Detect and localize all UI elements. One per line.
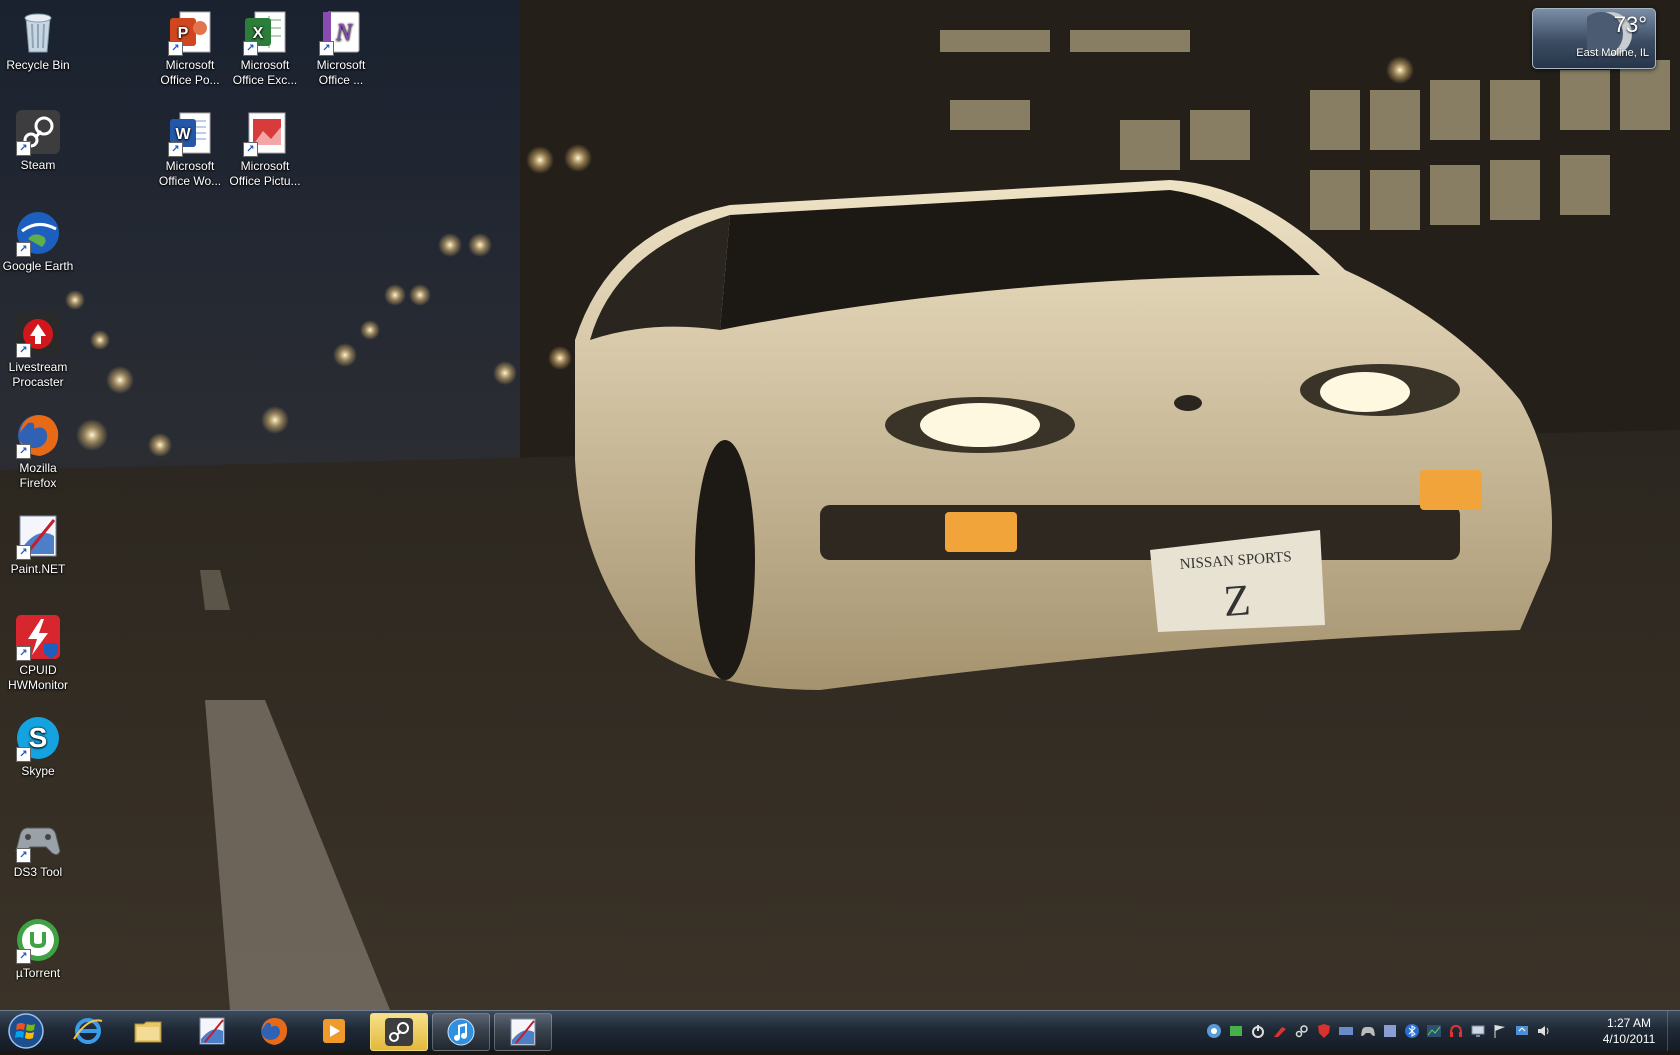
media-player-icon: [323, 1019, 345, 1043]
svg-text:S: S: [29, 722, 48, 753]
desktop-icon-google-earth[interactable]: ↗ Google Earth: [0, 209, 76, 274]
show-desktop-button[interactable]: [1667, 1011, 1680, 1051]
internet-explorer-icon: [73, 1018, 103, 1044]
desktop-icon-label: Skype: [21, 764, 55, 778]
paint-net-icon: [199, 1017, 225, 1045]
taskbar-itunes[interactable]: [432, 1013, 490, 1051]
tray-steam-icon[interactable]: [1206, 1023, 1222, 1039]
taskbar-internet-explorer[interactable]: [60, 1013, 116, 1049]
desktop-icon-label: CPUID HWMonitor: [7, 663, 68, 692]
desktop-icon-label: Livestream Procaster: [8, 360, 68, 389]
desktop-icon-steam[interactable]: ↗ Steam: [0, 108, 76, 173]
desktop-icon-label: Recycle Bin: [6, 58, 70, 72]
steam-icon: [385, 1018, 413, 1046]
desktop-icon-skype[interactable]: S ↗ Skype: [0, 714, 76, 779]
clock-date: 4/10/2011: [1602, 1032, 1656, 1046]
desktop-icon-label: DS3 Tool: [13, 865, 63, 879]
recycle-bin-icon: [24, 13, 52, 53]
weather-location: East Moline, IL: [1576, 47, 1649, 59]
desktop-icon-label: Microsoft Office ...: [316, 58, 366, 87]
firefox-icon: [261, 1018, 288, 1045]
desktop-icon-label: Steam: [20, 158, 56, 172]
tray-gamepad-icon[interactable]: [1360, 1023, 1376, 1039]
desktop-icon-hwmonitor[interactable]: ↗ CPUID HWMonitor: [0, 613, 76, 693]
desktop-icon-onenote[interactable]: N ↗ Microsoft Office ...: [303, 8, 379, 88]
weather-gadget[interactable]: 73° East Moline, IL: [1532, 8, 1656, 69]
tray-update-icon[interactable]: [1514, 1023, 1530, 1039]
taskbar-firefox[interactable]: [246, 1013, 302, 1049]
desktop-icon-label: Google Earth: [2, 259, 74, 273]
tray-red-tool-icon[interactable]: [1272, 1023, 1288, 1039]
desktop-icon-powerpoint[interactable]: P ↗ Microsoft Office Po...: [152, 8, 228, 88]
desktop-icon-recycle-bin[interactable]: Recycle Bin: [0, 8, 76, 73]
start-button[interactable]: [6, 1012, 46, 1050]
desktop-icon-utorrent[interactable]: ↗ µTorrent: [0, 916, 76, 981]
svg-text:N: N: [335, 20, 354, 46]
tray-graph-icon[interactable]: [1426, 1023, 1442, 1039]
taskbar-paint-net[interactable]: [184, 1013, 240, 1049]
desktop-icon-label: Microsoft Office Exc...: [232, 58, 298, 87]
tray-volume-icon[interactable]: [1536, 1023, 1552, 1039]
taskbar-media-player[interactable]: [306, 1013, 362, 1049]
tray-shield-icon[interactable]: [1316, 1023, 1332, 1039]
tray-flag-icon[interactable]: [1492, 1023, 1508, 1039]
tray-bluetooth-icon[interactable]: [1404, 1023, 1420, 1039]
tray-steam-icon[interactable]: [1294, 1023, 1310, 1039]
tray-green-icon[interactable]: [1228, 1023, 1244, 1039]
clock-time: 1:27 AM: [1606, 1016, 1652, 1030]
svg-text:X: X: [253, 25, 264, 42]
system-tray: [1206, 1023, 1552, 1039]
taskbar-clock[interactable]: 1:27 AM 4/10/2011: [1590, 1015, 1668, 1047]
desktop-icon-livestream-procaster[interactable]: ↗ Livestream Procaster: [0, 310, 76, 390]
itunes-icon: [447, 1018, 475, 1046]
tray-power-icon[interactable]: [1250, 1023, 1266, 1039]
desktop-icon-firefox[interactable]: ↗ Mozilla Firefox: [0, 411, 76, 491]
windows-explorer-icon: [134, 1021, 162, 1043]
desktop-icon-label: Microsoft Office Pictu...: [229, 159, 301, 188]
tray-network-card-icon[interactable]: [1338, 1023, 1354, 1039]
license-plate-line2: Z: [1222, 575, 1252, 626]
svg-text:P: P: [178, 25, 189, 42]
tray-headset-icon[interactable]: [1448, 1023, 1464, 1039]
weather-temperature: 73°: [1613, 12, 1647, 37]
tray-network-icon[interactable]: [1470, 1023, 1486, 1039]
svg-text:W: W: [175, 126, 191, 143]
tray-app-icon[interactable]: [1382, 1023, 1398, 1039]
desktop-icon-word[interactable]: W ↗ Microsoft Office Wo...: [152, 109, 228, 189]
desktop-icon-excel[interactable]: X ↗ Microsoft Office Exc...: [227, 8, 303, 88]
taskbar-paint-net-window[interactable]: [494, 1013, 552, 1051]
desktop-icon-label: Microsoft Office Wo...: [158, 159, 222, 188]
desktop-icon-label: µTorrent: [15, 966, 61, 980]
desktop-icon-picture-manager[interactable]: ↗ Microsoft Office Pictu...: [227, 109, 303, 189]
paint-net-icon: [510, 1018, 536, 1046]
taskbar-windows-explorer[interactable]: [120, 1013, 176, 1049]
taskbar: 1:27 AM 4/10/2011: [0, 1010, 1680, 1051]
desktop-icon-label: Mozilla Firefox: [19, 461, 57, 490]
taskbar-steam[interactable]: [370, 1013, 428, 1051]
windows-logo-icon: [8, 1013, 44, 1049]
desktop-icon-paint-net[interactable]: ↗ Paint.NET: [0, 512, 76, 577]
desktop-icon-label: Microsoft Office Po...: [160, 58, 220, 87]
desktop-icon-label: Paint.NET: [10, 562, 66, 576]
desktop-icon-ds3-tool[interactable]: ↗ DS3 Tool: [0, 815, 76, 880]
